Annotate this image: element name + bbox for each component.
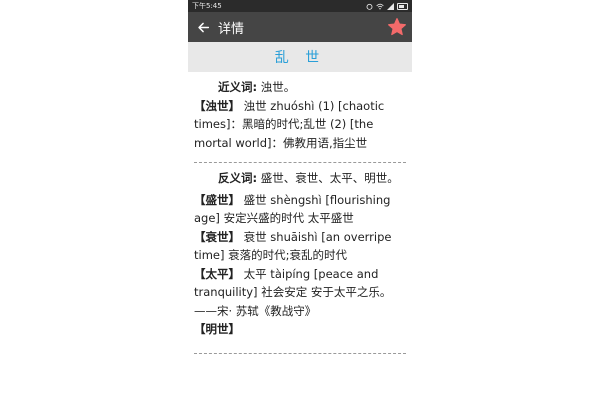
entry-head: 【浊世】 bbox=[194, 98, 240, 113]
antonym-entry: 【明世】 bbox=[194, 320, 406, 339]
antonym-label: 反义词: bbox=[218, 171, 258, 185]
page-title: 详情 bbox=[218, 21, 245, 37]
entry-head: 【衰世】 bbox=[194, 229, 240, 244]
section-divider bbox=[194, 352, 406, 354]
favorite-star-icon[interactable] bbox=[382, 12, 412, 42]
antonym-entry: 【盛世】 盛世 shèngshì [flourishing age] 安定兴盛的… bbox=[194, 191, 406, 228]
status-bar: 下午5:45 bbox=[188, 0, 412, 12]
detail-content: 近义词: 浊世。 【浊世】 浊世 zhuóshì (1) [chaotic ti… bbox=[188, 72, 412, 354]
alarm-icon bbox=[366, 3, 373, 10]
status-time: 下午5:45 bbox=[192, 2, 222, 10]
app-bar: 详情 bbox=[188, 12, 412, 42]
word-header: 乱 世 bbox=[188, 42, 412, 72]
antonym-list: 盛世、衰世、太平、明世。 bbox=[260, 171, 399, 185]
battery-icon bbox=[397, 2, 408, 10]
synonym-line: 近义词: 浊世。 bbox=[194, 78, 406, 97]
antonym-entry: 【太平】 太平 tàipíng [peace and tranquility] … bbox=[194, 265, 406, 321]
entry-head: 【盛世】 bbox=[194, 192, 240, 207]
signal-icon bbox=[387, 2, 394, 10]
entry-head: 【明世】 bbox=[194, 322, 240, 336]
synonym-entry: 【浊世】 浊世 zhuóshì (1) [chaotic times]：黑暗的时… bbox=[194, 97, 406, 153]
section-divider bbox=[194, 162, 406, 163]
status-icons bbox=[366, 2, 408, 10]
entry-head: 【太平】 bbox=[194, 266, 240, 281]
back-arrow-icon[interactable] bbox=[188, 12, 218, 42]
phone-screen: 下午5:45 详情 乱 世 近义词: 浊世。 【浊世】 浊世 zhuóshì (… bbox=[188, 0, 412, 400]
synonym-list: 浊世。 bbox=[260, 80, 296, 94]
antonym-entry: 【衰世】 衰世 shuāishì [an overripe time] 衰落的时… bbox=[194, 228, 406, 265]
wifi-icon bbox=[376, 3, 384, 9]
synonym-label: 近义词: bbox=[218, 80, 258, 94]
antonym-line: 反义词: 盛世、衰世、太平、明世。 bbox=[194, 169, 406, 188]
